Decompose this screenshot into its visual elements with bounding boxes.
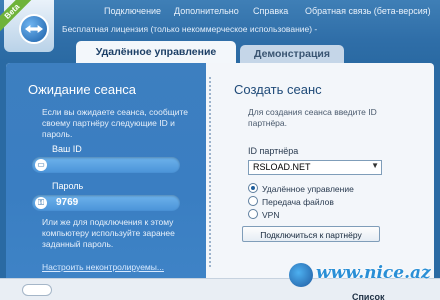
main-panel: Ожидание сеанса Если вы ожидаете сеанса,… [6,63,434,278]
partner-id-label: ID партнёра [248,146,299,156]
wait-session-column: Ожидание сеанса Если вы ожидаете сеанса,… [6,63,206,278]
monitor-icon: ▭ [35,159,47,171]
tab-remote-control[interactable]: Удалённое управление [76,41,236,63]
your-id-field[interactable]: ▭ [32,157,180,173]
create-session-description: Для создания сеанса введите ID партнёра. [248,107,377,128]
connection-status-icon [22,284,52,296]
partner-id-combobox[interactable]: RSLOAD.NET ▼ [248,160,382,175]
radio-button-icon[interactable] [248,209,258,219]
menu-help[interactable]: Справка [253,6,288,16]
configure-unattended-link[interactable]: Настроить неконтролируемы... [42,262,164,272]
menu-feedback[interactable]: Обратная связь (бета-версия) [305,6,431,16]
menu-extras[interactable]: Дополнительно [174,6,239,16]
password-label: Пароль [52,181,84,191]
menu-bar: Подключение Дополнительно Справка Обратн… [0,4,440,18]
wait-session-description: Если вы ожидаете сеанса, сообщите своему… [42,107,188,139]
create-session-title: Создать сеанс [234,82,322,97]
radio-file-transfer-label: Передача файлов [262,197,334,207]
predefined-password-description: Или же для подключения к этому компьютер… [42,217,175,249]
radio-button-icon[interactable] [248,196,258,206]
list-label[interactable]: Список [352,292,384,300]
partner-id-value: RSLOAD.NET [253,162,311,172]
tab-meeting[interactable]: Демонстрация [240,45,344,63]
column-divider [209,77,211,267]
key-icon: ⚿ [35,197,47,209]
radio-remote-control[interactable]: Удалённое управление [248,183,354,194]
password-value: 9769 [56,197,79,208]
radio-vpn[interactable]: VPN [248,209,279,220]
teamviewer-window: Beta Подключение Дополнительно Справка О… [0,0,440,300]
radio-button-icon[interactable] [248,183,258,193]
chevron-down-icon[interactable]: ▼ [371,161,379,170]
connect-to-partner-button[interactable]: Подключиться к партнёру [242,226,380,242]
wait-session-title: Ожидание сеанса [28,82,137,97]
radio-remote-control-label: Удалённое управление [262,184,354,194]
radio-vpn-label: VPN [262,210,280,220]
password-field[interactable]: ⚿ 9769 [32,195,180,211]
license-text: Бесплатная лицензия (только некоммерческ… [62,24,318,34]
menu-connection[interactable]: Подключение [104,6,161,16]
your-id-label: Ваш ID [52,144,82,154]
watermark-text: www.nice.az [316,263,431,283]
teamviewer-logo-icon [19,14,49,44]
radio-file-transfer[interactable]: Передача файлов [248,196,334,207]
watermark-logo-icon [289,263,313,287]
